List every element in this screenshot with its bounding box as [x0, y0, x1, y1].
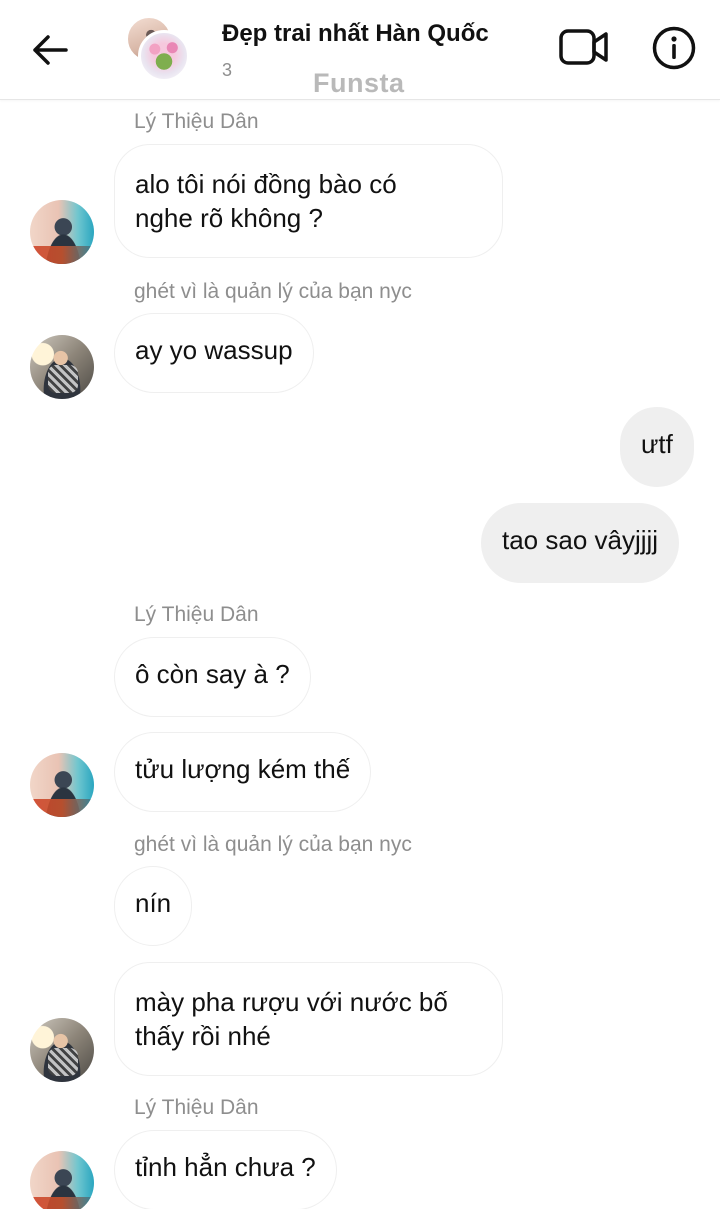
chat-title[interactable]: Đẹp trai nhất Hàn Quốc [222, 20, 489, 48]
message-text-line: alo tôi nói đồng bào có [135, 169, 397, 199]
message-text-line: tửu lượng kém thế [135, 754, 351, 784]
group-avatar-member-2 [138, 30, 190, 82]
sender-avatar[interactable] [30, 1151, 94, 1209]
message-bubble[interactable]: ô còn say à ? [114, 637, 311, 717]
message-text-line: nín [135, 888, 172, 918]
message-text-line: tao sao vâyjjjj [502, 525, 659, 555]
message-text-line: mày pha rượu với nước bố [135, 987, 448, 1017]
sender-name: ghét vì là quản lý của bạn nyc [134, 833, 412, 856]
message-bubble[interactable]: mày pha rượu với nước bố thấy rồi nhé [114, 962, 503, 1076]
info-icon[interactable] [650, 24, 698, 72]
message-text-line: tỉnh hẳn chưa ? [135, 1152, 316, 1182]
back-arrow-icon[interactable] [30, 30, 70, 70]
video-call-icon[interactable] [556, 24, 612, 70]
message-text-line: nghe rõ không ? [135, 203, 323, 233]
sender-name: Lý Thiệu Dân [134, 1096, 259, 1119]
sender-avatar[interactable] [30, 200, 94, 264]
message-text-line: thấy rồi nhé [135, 1021, 271, 1051]
my-message-bubble[interactable]: tao sao vâyjjjj [481, 503, 680, 583]
sender-avatar[interactable] [30, 753, 94, 817]
member-count: 3 [222, 60, 233, 80]
sender-avatar[interactable] [30, 1018, 94, 1082]
message-bubble[interactable]: ay yo wassup [114, 313, 314, 393]
message-bubble[interactable]: tửu lượng kém thế [114, 732, 372, 812]
sender-name: ghét vì là quản lý của bạn nyc [134, 280, 412, 303]
my-message-bubble[interactable]: ưtf [620, 407, 694, 487]
sender-avatar[interactable] [30, 335, 94, 399]
message-bubble[interactable]: tỉnh hẳn chưa ? [114, 1130, 337, 1209]
message-text-line: ô còn say à ? [135, 659, 290, 689]
sender-name: Lý Thiệu Dân [134, 110, 259, 133]
message-bubble[interactable]: nín [114, 866, 193, 946]
sender-name: Lý Thiệu Dân [134, 603, 259, 626]
watermark: Funsta [313, 68, 405, 98]
message-text-line: ưtf [641, 429, 673, 459]
group-avatar[interactable] [126, 16, 192, 82]
message-text-line: ay yo wassup [135, 335, 293, 365]
chat-header: Đẹp trai nhất Hàn Quốc 3 Funsta [0, 0, 720, 100]
message-bubble[interactable]: alo tôi nói đồng bào có nghe rõ không ? [114, 144, 503, 258]
